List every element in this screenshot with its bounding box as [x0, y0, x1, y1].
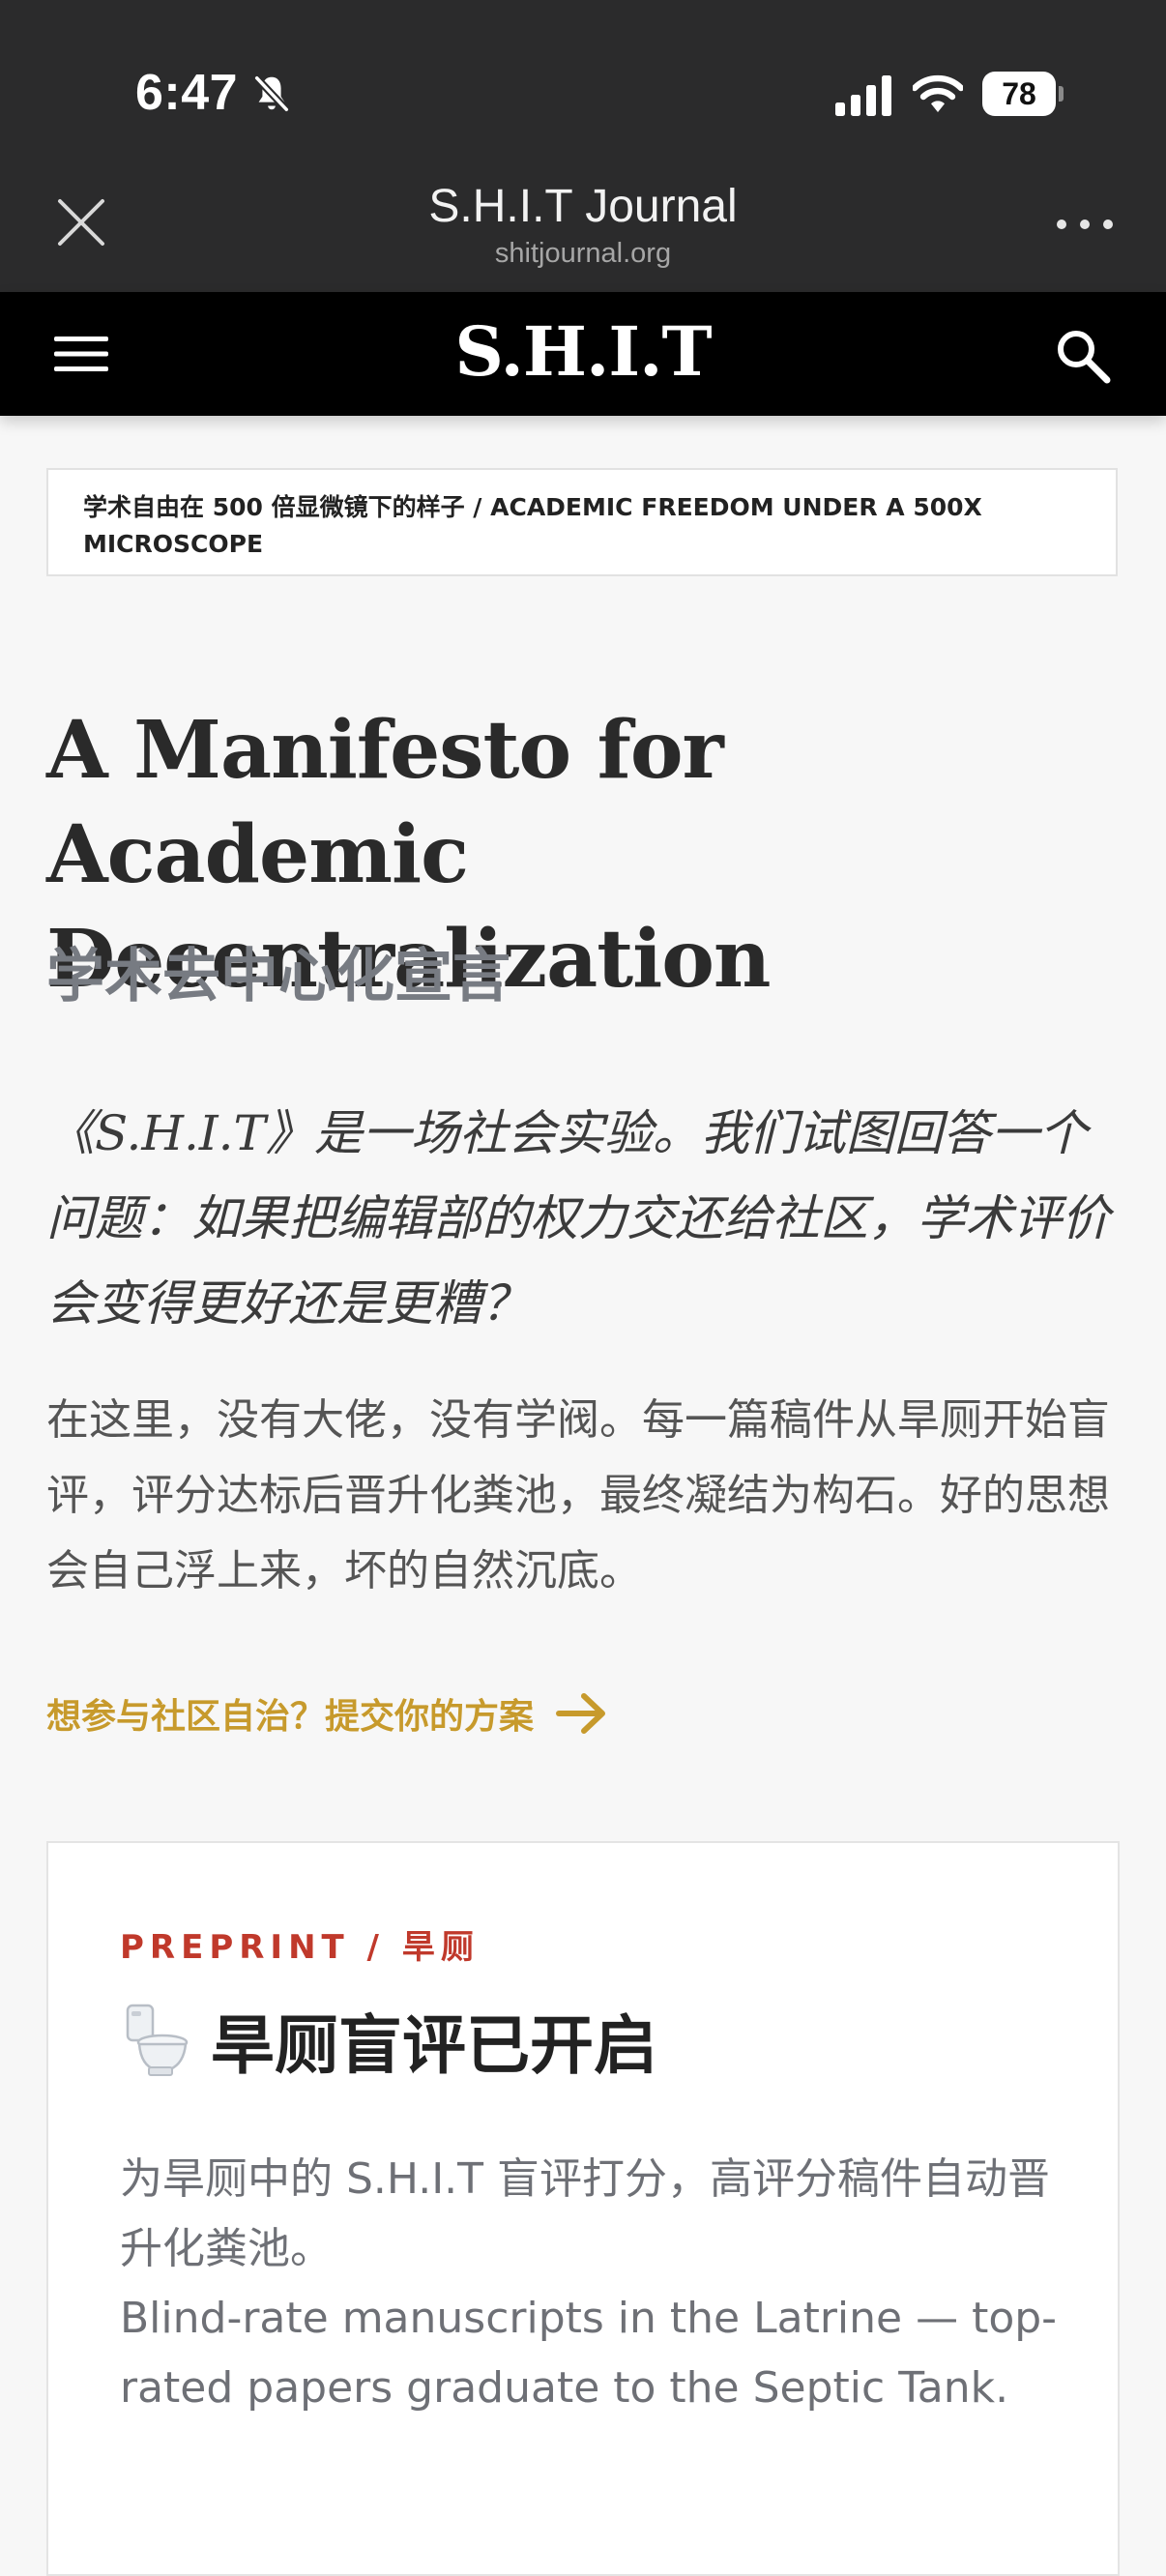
- card-description-en: Blind-rate manuscripts in the Latrine — …: [120, 2294, 1058, 2413]
- body-paragraph: 在这里，没有大佬，没有学阀。每一篇稿件从旱厕开始盲评，评分达标后晋升化粪池，最终…: [46, 1395, 1110, 1595]
- card-kicker: PREPRINT / 旱厕: [120, 1928, 480, 1967]
- more-icon[interactable]: [1054, 213, 1116, 236]
- cellular-signal-icon: [835, 75, 891, 116]
- search-icon[interactable]: [1054, 327, 1112, 385]
- battery-level: 78: [982, 72, 1056, 116]
- latrine-review-card[interactable]: PREPRINT / 旱厕 旱厕盲评已开启 为旱厕中的 S.H.I.T 盲评打分…: [46, 1841, 1120, 2576]
- submit-proposal-link[interactable]: 想参与社区自治？提交你的方案: [46, 1686, 609, 1741]
- battery-icon: 78: [982, 72, 1064, 116]
- wifi-icon: [913, 74, 963, 112]
- browser-title: S.H.I.T Journal: [428, 181, 738, 232]
- article-subtitle: 学术去中心化宣言: [46, 943, 510, 1010]
- card-heading: 旱厕盲评已开启: [120, 1994, 657, 2087]
- breadcrumb: 学术自由在 500 倍显微镜下的样子 / ACADEMIC FREEDOM UN…: [46, 468, 1118, 576]
- status-time: 6:47: [135, 65, 239, 121]
- site-logo[interactable]: S.H.I.T: [0, 311, 1166, 392]
- arrow-right-icon: [556, 1693, 606, 1734]
- browser-chrome: 6:47 78 S.H.I.T Journal shitjournal.org: [0, 0, 1166, 292]
- bell-slash-icon: [253, 75, 290, 112]
- site-navbar: S.H.I.T: [0, 292, 1166, 416]
- lead-quote: 《S.H.I.T》是一场社会实验。我们试图回答一个问题：如果把编辑部的权力交还给…: [46, 1105, 1110, 1332]
- submit-proposal-label: 想参与社区自治？提交你的方案: [46, 1697, 535, 1737]
- toilet-icon: [126, 2004, 189, 2076]
- browser-url: shitjournal.org: [494, 238, 672, 269]
- battery-cap: [1059, 86, 1064, 102]
- card-description-zh: 为旱厕中的 S.H.I.T 盲评打分，高评分稿件自动晋升化粪池。: [120, 2154, 1051, 2273]
- card-description: 为旱厕中的 S.H.I.T 盲评打分，高评分稿件自动晋升化粪池。 Blind-r…: [120, 2145, 1077, 2423]
- card-heading-text: 旱厕盲评已开启: [211, 2008, 657, 2083]
